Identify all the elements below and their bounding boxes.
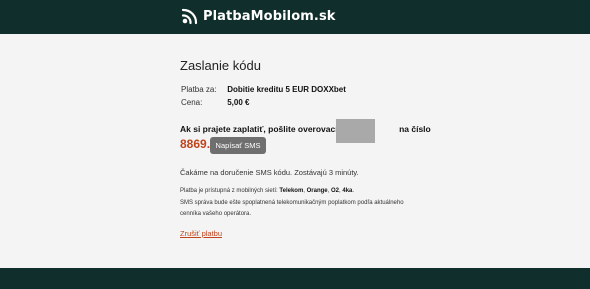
operator-4ka: 4ka — [342, 188, 353, 194]
footer-bar — [0, 268, 590, 289]
operators-prefix: Platba je prístupná z mobilných sietí: — [180, 188, 278, 194]
sms-instruction: Ak si prajete zaplatiť, pošlite overovac… — [180, 124, 431, 134]
page-title: Zaslanie kódu — [180, 58, 261, 73]
instruction-before: Ak si prajete zaplatiť, pošlite overovac… — [180, 124, 356, 134]
brand-logo[interactable]: PlatbaMobilom.sk — [180, 6, 336, 26]
operators-note: Platba je prístupná z mobilných sietí: T… — [180, 188, 355, 194]
operator-o2: O2 — [331, 188, 340, 194]
redacted-code — [336, 119, 375, 143]
payment-value: Dobitie kreditu 5 EUR DOXXbet — [227, 85, 346, 94]
payment-row: Platba za: Dobitie kreditu 5 EUR DOXXbet — [181, 85, 346, 94]
operator-orange: Orange — [306, 188, 328, 194]
price-value: 5,00 € — [227, 98, 250, 107]
sms-number: 8869. — [180, 137, 211, 151]
fee-note-line2: cenníka vašeho operátora. — [180, 211, 252, 217]
fee-note-line1: SMS správa bude ešte spoplatnená telekom… — [180, 200, 404, 206]
waiting-message: Čakáme na doručenie SMS kódu. Zostávajú … — [180, 168, 359, 177]
cancel-payment-link[interactable]: Zrušiť platbu — [180, 229, 222, 238]
wifi-signal-logo-icon — [181, 8, 198, 25]
main-content: Zaslanie kódu Platba za: Dobitie kreditu… — [0, 34, 590, 268]
header-bar: PlatbaMobilom.sk — [0, 0, 590, 34]
instruction-after: na číslo — [399, 124, 431, 134]
brand-name: PlatbaMobilom.sk — [203, 8, 336, 24]
operator-telekom: Telekom — [279, 188, 304, 194]
send-sms-button[interactable]: Napísať SMS — [210, 137, 266, 154]
price-row: Cena: 5,00 € — [181, 98, 249, 107]
price-label: Cena: — [181, 98, 203, 107]
payment-label: Platba za: — [181, 85, 217, 94]
